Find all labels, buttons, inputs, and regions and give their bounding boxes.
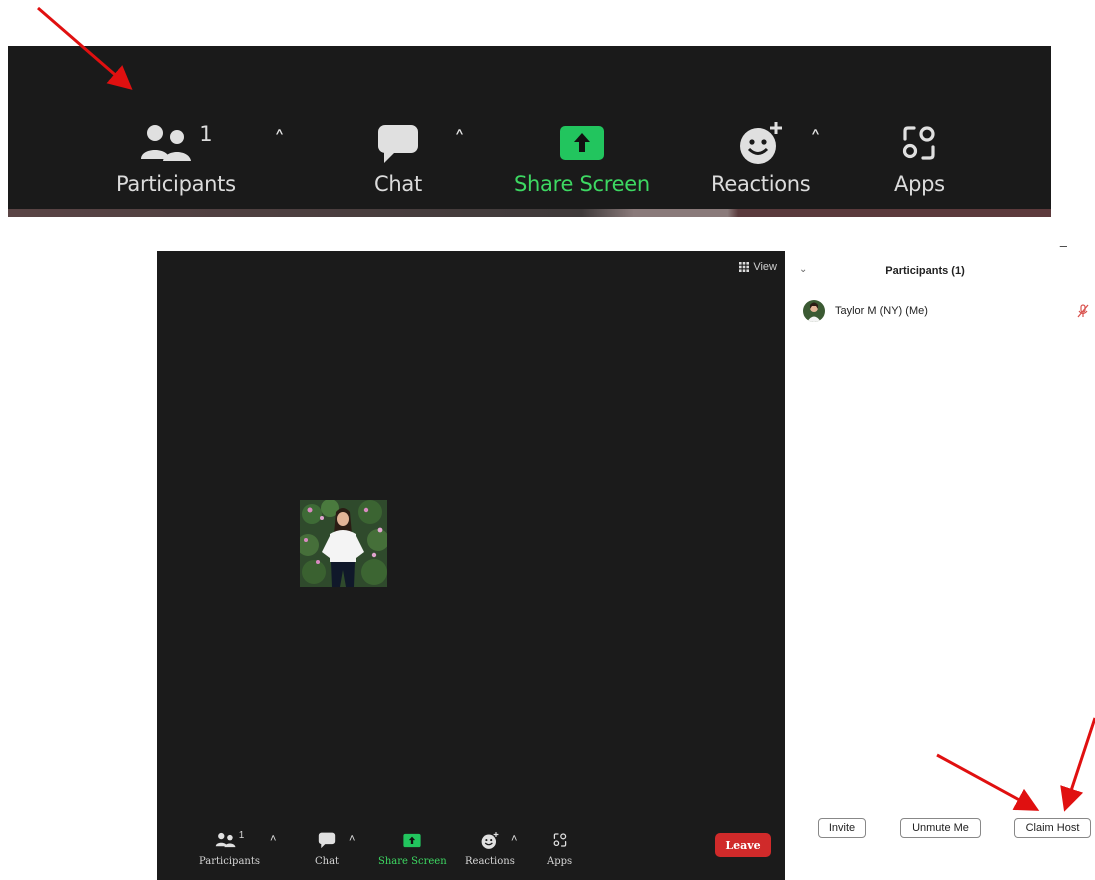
participants-count: 1 xyxy=(199,122,213,146)
claim-host-button[interactable]: Claim Host xyxy=(1014,818,1091,838)
participants-caret-up-icon[interactable]: ˄ xyxy=(274,128,285,153)
chat-button[interactable]: Chat xyxy=(374,118,422,196)
meeting-controls-toolbar: 1 Participants ˄ Chat ˄ Share Screen Rea… xyxy=(157,820,785,880)
small-participants-caret-up-icon[interactable]: ˄ xyxy=(270,833,276,845)
small-chat-label: Chat xyxy=(315,856,340,867)
unmute-me-button[interactable]: Unmute Me xyxy=(900,818,981,838)
share-screen-label: Share Screen xyxy=(514,172,650,196)
small-chat-caret-up-icon[interactable]: ˄ xyxy=(349,833,355,845)
share-screen-button[interactable]: Share Screen xyxy=(514,118,650,196)
participant-video-thumbnail xyxy=(300,500,387,587)
small-share-screen-label: Share Screen xyxy=(378,856,447,867)
participants-button[interactable]: 1 Participants xyxy=(116,118,236,196)
small-apps-label: Apps xyxy=(547,856,573,867)
share-screen-icon xyxy=(403,833,421,847)
video-strip xyxy=(8,209,1051,217)
apps-label: Apps xyxy=(894,172,945,196)
reactions-icon xyxy=(739,122,782,164)
small-participants-label: Participants xyxy=(199,856,260,867)
apps-icon xyxy=(553,833,566,847)
small-participants-count: 1 xyxy=(238,830,245,841)
participants-icon xyxy=(141,125,192,161)
share-screen-icon xyxy=(559,126,604,160)
zoomed-toolbar: 1 Participants ˄ Chat ˄ Share Screen Rea… xyxy=(8,46,1051,217)
small-share-screen-button[interactable]: Share Screen xyxy=(378,828,447,867)
panel-title: Participants (1) xyxy=(885,265,965,277)
meeting-window: View 1 Participants ˄ Chat ˄ Share Scree… xyxy=(157,251,785,880)
chat-caret-up-icon[interactable]: ˄ xyxy=(454,128,465,153)
view-label: View xyxy=(753,261,777,273)
small-participants-button[interactable]: 1 Participants xyxy=(199,828,260,867)
participants-label: Participants xyxy=(116,172,236,196)
grid-icon xyxy=(739,262,750,272)
reactions-button[interactable]: Reactions xyxy=(711,118,811,196)
participant-list-item[interactable]: Taylor M (NY) (Me) xyxy=(803,300,1095,322)
participants-icon xyxy=(215,832,236,848)
view-button[interactable]: View xyxy=(739,261,777,273)
reactions-label: Reactions xyxy=(711,172,811,196)
invite-button[interactable]: Invite xyxy=(818,818,866,838)
chat-icon xyxy=(377,125,418,163)
apps-icon xyxy=(903,126,935,160)
muted-mic-icon[interactable] xyxy=(1077,304,1089,318)
small-reactions-button[interactable]: Reactions xyxy=(465,828,515,867)
chat-icon xyxy=(318,832,336,849)
leave-button[interactable]: Leave xyxy=(715,833,771,857)
apps-button[interactable]: Apps xyxy=(894,118,945,196)
minimize-button[interactable]: – xyxy=(1060,238,1067,253)
chat-label: Chat xyxy=(374,172,422,196)
participants-panel: – ⌄ Participants (1) Taylor M (NY) (Me) … xyxy=(785,238,1095,880)
small-reactions-label: Reactions xyxy=(465,856,515,867)
reactions-icon xyxy=(481,831,499,849)
small-chat-button[interactable]: Chat xyxy=(315,828,339,867)
participant-name: Taylor M (NY) (Me) xyxy=(835,305,928,317)
small-reactions-caret-up-icon[interactable]: ˄ xyxy=(511,833,517,845)
reactions-caret-up-icon[interactable]: ˄ xyxy=(810,128,821,153)
avatar xyxy=(803,300,825,322)
small-apps-button[interactable]: Apps xyxy=(547,828,572,867)
